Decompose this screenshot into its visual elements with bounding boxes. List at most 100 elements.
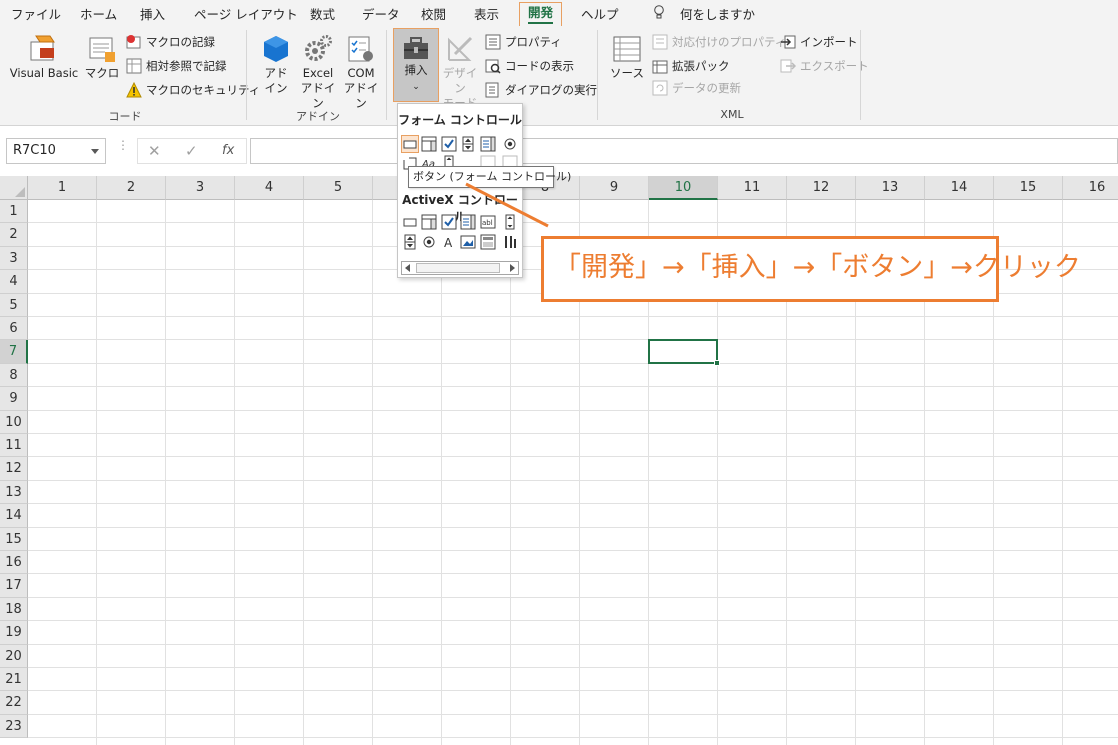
row-header[interactable]: 10 [0,410,28,434]
label-icon[interactable]: A [441,234,457,250]
row-header[interactable]: 12 [0,457,28,481]
column-header[interactable]: 4 [235,176,304,200]
checkbox-icon[interactable] [441,214,457,230]
select-all-corner[interactable] [0,176,28,200]
insert-controls-button[interactable]: 挿入 ⌄ [393,28,439,102]
scroll-thumb[interactable] [416,263,500,273]
record-macro-label: マクロの記録 [146,35,215,49]
tab-page-layout[interactable]: ページ レイアウト [194,4,298,23]
design-mode-button[interactable]: デザイン モード [440,34,480,111]
column-header[interactable]: 15 [994,176,1063,200]
image-control-icon[interactable] [460,234,476,250]
column-header[interactable]: 14 [925,176,994,200]
addins-button[interactable]: アド イン [256,34,296,96]
row-header[interactable]: 3 [0,246,28,271]
enter-icon[interactable]: ✓ [185,142,198,160]
row-header[interactable]: 19 [0,621,28,645]
column-header[interactable]: 10 [649,176,718,200]
column-header[interactable]: 13 [856,176,925,200]
scroll-bar-icon[interactable] [502,214,518,230]
row-header[interactable]: 9 [0,387,28,411]
row-header[interactable]: 20 [0,644,28,668]
toggle-button-icon[interactable] [480,234,496,250]
name-box[interactable]: R7C10 [6,138,106,164]
properties-button[interactable]: プロパティ [485,32,562,52]
formula-input[interactable] [250,138,1118,164]
row-header[interactable]: 4 [0,270,28,294]
button-form-control-icon[interactable] [401,135,419,153]
tab-formulas[interactable]: 数式 [310,4,335,23]
map-properties-button[interactable]: 対応付けのプロパティ [652,32,786,52]
row-header[interactable]: 17 [0,574,28,598]
column-header[interactable]: 11 [718,176,787,200]
row-header[interactable]: 18 [0,597,28,622]
dropdown-scrollbar[interactable] [401,261,519,275]
tab-home[interactable]: ホーム [80,4,117,23]
column-header[interactable]: 1 [28,176,97,200]
row-header[interactable]: 5 [0,293,28,317]
xml-source-button[interactable]: ソース [607,34,647,81]
column-header[interactable]: 9 [580,176,649,200]
tab-developer[interactable]: 開発 [519,2,563,26]
active-cell[interactable] [648,339,718,364]
row-header[interactable]: 7 [0,340,28,364]
row-header[interactable]: 23 [0,714,28,739]
cancel-icon[interactable]: ✕ [148,142,161,160]
list-box-icon[interactable] [460,214,476,230]
fill-handle[interactable] [714,359,720,366]
row-header[interactable]: 15 [0,527,28,551]
spin-button-icon[interactable] [402,234,418,250]
list-box-icon[interactable] [480,136,496,152]
chevron-down-icon[interactable] [91,149,99,154]
row-header[interactable]: 14 [0,504,28,528]
option-button-icon[interactable] [421,234,437,250]
tab-help[interactable]: ヘルプ [581,4,619,23]
checkbox-icon[interactable] [441,136,457,152]
refresh-data-button[interactable]: データの更新 [652,78,741,98]
tab-view[interactable]: 表示 [474,4,499,23]
tab-file[interactable]: ファイル [11,4,61,23]
scroll-right-icon[interactable] [507,263,517,273]
tab-review[interactable]: 校閲 [421,4,446,23]
combo-box-icon[interactable] [421,136,437,152]
view-code-button[interactable]: コードの表示 [485,56,574,76]
column-header[interactable]: 5 [304,176,373,200]
option-button-icon[interactable] [502,136,518,152]
text-box-icon[interactable]: abl [480,214,496,230]
com-addins-button[interactable]: COM アドイン [340,34,382,111]
command-button-icon[interactable] [402,214,418,230]
tell-me-search[interactable]: 何をしますか [680,4,755,23]
expansion-packs-button[interactable]: 拡張パック [652,56,730,76]
row-header[interactable]: 22 [0,691,28,715]
tab-data[interactable]: データ [362,4,400,23]
export-label: エクスポート [800,59,869,73]
macro-security-button[interactable]: マクロのセキュリティ [126,80,260,100]
row-header[interactable]: 6 [0,317,28,341]
row-header[interactable]: 11 [0,434,28,458]
row-header[interactable]: 1 [0,200,28,224]
excel-addins-button[interactable]: Excel アドイン [296,34,340,111]
tab-insert[interactable]: 挿入 [140,4,165,23]
visual-basic-button[interactable]: Visual Basic [8,34,80,81]
run-dialog-button[interactable]: ダイアログの実行 [485,80,597,100]
row-header[interactable]: 16 [0,551,28,575]
column-header[interactable]: 12 [787,176,856,200]
export-button[interactable]: エクスポート [780,56,869,76]
design-mode-icon [448,36,473,61]
row-header[interactable]: 13 [0,480,28,505]
column-header[interactable]: 3 [166,176,235,200]
relative-ref-button[interactable]: 相対参照で記録 [126,56,227,76]
combo-box-icon[interactable] [421,214,437,230]
more-controls-icon[interactable] [502,234,518,250]
insert-function-icon[interactable]: fx [222,143,234,158]
column-header[interactable]: 2 [97,176,166,200]
column-header[interactable]: 16 [1063,176,1118,200]
row-header[interactable]: 8 [0,363,28,388]
row-header[interactable]: 2 [0,223,28,247]
spin-button-icon[interactable] [460,136,476,152]
macro-button[interactable]: マクロ [84,34,120,81]
row-header[interactable]: 21 [0,668,28,692]
record-macro-button[interactable]: マクロの記録 [126,32,215,52]
import-button[interactable]: インポート [780,32,858,52]
scroll-left-icon[interactable] [403,263,413,273]
